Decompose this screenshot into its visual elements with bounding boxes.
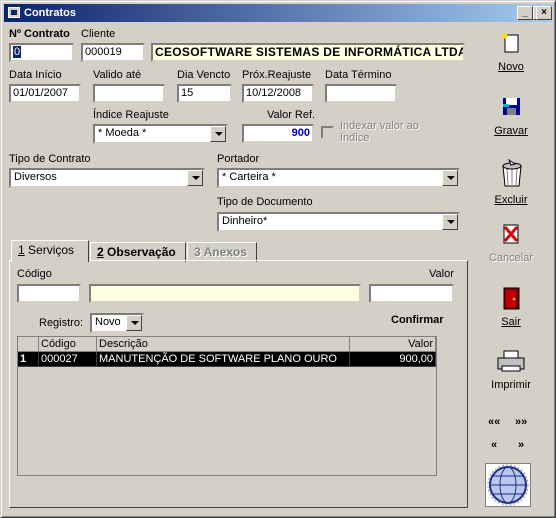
cancelar-label: Cancelar [488,252,534,264]
globe-icon [487,464,529,506]
imprimir-label: Imprimir [491,379,531,391]
row-codigo: 000027 [39,352,97,367]
row-valor: 900,00 [350,352,436,367]
prox-reajuste-field[interactable]: 10/12/2008 [242,84,314,103]
trash-can-icon [499,158,523,188]
tipo-contrato-select[interactable]: Diversos [9,168,205,188]
tab-anexos-label: Anexos [203,245,247,259]
contratos-window: Contratos _ □ × Nº Contrato Cliente 0 00… [0,0,556,518]
chevron-down-icon[interactable] [442,214,458,230]
printer-icon [496,349,526,373]
prox-reajuste-label: Próx.Reajuste [242,69,312,81]
sair-label: Sair [501,316,521,328]
novo-button[interactable]: Novo [484,31,538,73]
tipo-documento-select[interactable]: Dinheiro* [217,212,460,232]
num-contrato-value: 0 [13,46,22,58]
column-header[interactable]: Valor [350,337,436,352]
app-icon[interactable] [8,7,20,18]
chevron-down-icon[interactable] [126,315,142,331]
tipo-contrato-label: Tipo de Contrato [9,153,91,165]
cliente-label: Cliente [81,28,116,40]
gravar-button[interactable]: Gravar [484,95,538,137]
previous-record-button[interactable]: « [491,439,497,451]
servico-valor-label: Valor [429,268,454,280]
tipo-contrato-value: Diversos [14,171,57,183]
tipo-documento-value: Dinheiro* [222,215,268,227]
registro-select[interactable]: Novo [90,313,144,333]
tab-observacao-label: Observação [107,245,176,259]
cancelar-button[interactable]: Cancelar [484,222,538,264]
novo-label: Novo [498,61,524,73]
sair-button[interactable]: Sair [484,286,538,328]
minimize-button[interactable]: _ [517,6,533,20]
valido-ate-label: Valido até [93,69,142,81]
gravar-label: Gravar [494,125,528,137]
cliente-name-field: CEOSOFTWARE SISTEMAS DE INFORMÁTICA LTDA [151,43,465,62]
column-header[interactable]: Descrição [97,337,350,352]
servico-descricao-field [89,284,361,303]
window-title: Contratos [24,7,76,19]
column-header[interactable]: Código [39,337,97,352]
dia-vencto-field[interactable]: 15 [177,84,232,103]
row-descricao: MANUTENÇÃO DE SOFTWARE PLANO OURO [97,352,350,367]
company-logo [485,463,531,507]
chevron-down-icon[interactable] [442,170,458,186]
tab-servicos-num: 1 [18,243,25,257]
tab-anexos-num: 3 [194,245,201,259]
data-termino-field[interactable] [325,84,397,103]
exit-door-icon [499,286,523,310]
tab-observacao[interactable]: 2 Observação [90,242,186,262]
indexar-label: Indexar valor ao índice [340,120,419,144]
servicos-table: Código Descrição Valor 1 000027 MANUTENÇ… [17,336,437,476]
portador-label: Portador [217,153,260,165]
confirmar-button[interactable]: Confirmar [391,314,444,326]
num-contrato-label: Nº Contrato [9,28,70,40]
chevron-down-icon[interactable] [210,126,226,142]
tab-observacao-num: 2 [97,245,104,259]
indice-label: Índice Reajuste [93,109,169,121]
row-number: 1 [18,352,39,367]
tab-servicos-label: Serviços [28,243,75,257]
tab-servicos[interactable]: 1 Serviços [11,240,89,262]
indice-select[interactable]: * Moeda * [93,124,228,144]
new-document-icon [499,31,523,55]
first-record-button[interactable]: «« [488,416,500,428]
floppy-disk-icon [499,95,523,119]
chevron-down-icon[interactable] [187,170,203,186]
num-contrato-field[interactable]: 0 [9,43,74,62]
valor-ref-label: Valor Ref. [267,109,316,121]
cancel-icon [499,222,523,246]
indice-value: * Moeda * [98,127,147,139]
row-indicator-header [18,337,39,352]
tipo-documento-label: Tipo de Documento [217,196,313,208]
data-termino-label: Data Término [325,69,392,81]
indexar-checkbox[interactable] [321,126,334,139]
next-record-button[interactable]: » [518,439,524,451]
cliente-code-field[interactable]: 000019 [81,43,145,62]
registro-value: Novo [95,316,121,328]
excluir-button[interactable]: Excluir [484,158,538,206]
imprimir-button[interactable]: Imprimir [484,349,538,391]
registro-label: Registro: [39,317,84,329]
servico-codigo-field[interactable] [17,284,81,303]
servico-codigo-label: Código [17,268,52,280]
valido-ate-field[interactable] [93,84,165,103]
tab-anexos[interactable]: 3 Anexos [187,242,257,262]
servico-valor-field[interactable] [369,284,454,303]
portador-value: * Carteira * [222,171,276,183]
data-inicio-field[interactable]: 01/01/2007 [9,84,81,103]
data-inicio-label: Data Início [9,69,62,81]
valor-ref-field[interactable]: 900 [242,124,314,143]
dia-vencto-label: Dia Vencto [177,69,231,81]
excluir-label: Excluir [494,194,528,206]
portador-select[interactable]: * Carteira * [217,168,460,188]
title-bar: Contratos _ □ [4,4,552,22]
close-button[interactable]: × [536,6,552,20]
last-record-button[interactable]: »» [515,416,527,428]
